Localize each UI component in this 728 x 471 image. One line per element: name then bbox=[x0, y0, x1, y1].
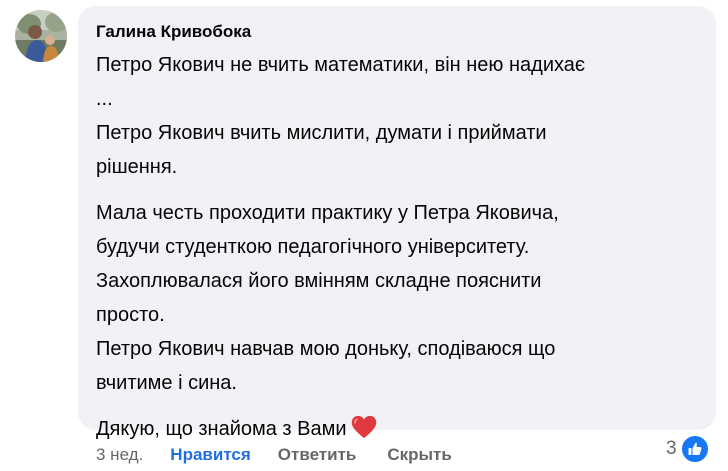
comment-paragraph: Мала честь проходити практику у Петра Як… bbox=[96, 196, 698, 400]
like-button[interactable]: Нравится bbox=[170, 443, 251, 467]
comment-text-line: вчитиме і сина. bbox=[96, 372, 237, 394]
comment-timestamp[interactable]: 3 нед. bbox=[96, 443, 143, 467]
comment-text-line: рішення. bbox=[96, 156, 178, 178]
comment-text-line: будучи студенткою педагогічного універси… bbox=[96, 236, 530, 258]
thumbs-up-icon bbox=[679, 434, 710, 464]
comment-text-line: Захоплювалася його вмінням складне поясн… bbox=[96, 270, 542, 292]
comment-bubble: Галина Кривобока Петро Якович не вчить м… bbox=[78, 6, 716, 440]
hide-button[interactable]: Скрыть bbox=[387, 443, 451, 467]
comment-text-line: Петро Якович навчав мою доньку, сподіваю… bbox=[96, 338, 556, 360]
comment-paragraph: Петро Якович не вчить математики, він не… bbox=[96, 48, 698, 184]
comment-text-line: просто. bbox=[96, 304, 165, 326]
comment-closing-text: Дякую, що знайома з Вами bbox=[96, 418, 347, 440]
comment-text-line: Петро Якович вчить мислити, думати і при… bbox=[96, 122, 547, 144]
comment-text-line: Петро Якович не вчить математики, він не… bbox=[96, 54, 586, 76]
comment-author-name[interactable]: Галина Кривобока bbox=[96, 21, 698, 43]
comment-paragraph: Дякую, що знайома з Вами bbox=[96, 412, 698, 446]
comment-text-line: ... bbox=[96, 88, 113, 110]
red-heart-icon bbox=[351, 415, 376, 439]
author-avatar[interactable] bbox=[15, 10, 67, 62]
comment-text-line: Мала честь проходити практику у Петра Як… bbox=[96, 202, 559, 224]
reactions-summary[interactable]: 3 bbox=[666, 434, 710, 464]
reaction-count: 3 bbox=[666, 438, 677, 459]
comment-actions: 3 нед. Нравится Ответить Скрыть bbox=[96, 443, 452, 467]
comment-text-line: Дякую, що знайома з Вами bbox=[96, 412, 698, 446]
reply-button[interactable]: Ответить bbox=[278, 443, 357, 467]
